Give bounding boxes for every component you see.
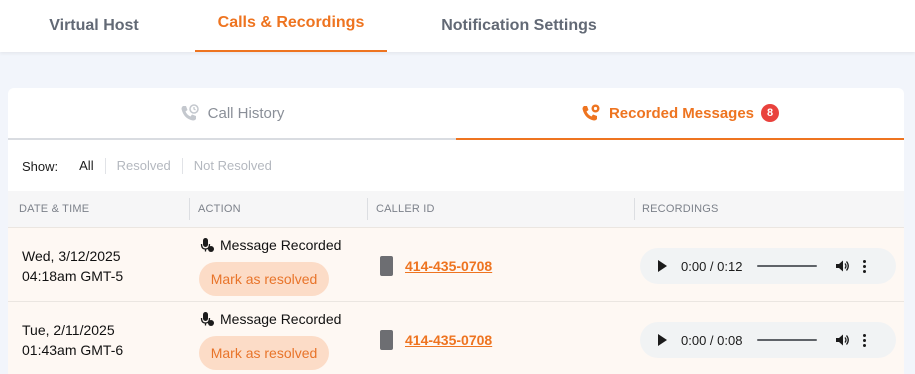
- row-time: 01:43am GMT-6: [22, 342, 124, 358]
- volume-icon[interactable]: [834, 332, 850, 348]
- audio-time: 0:00 / 0:12: [681, 258, 743, 274]
- more-options-icon[interactable]: [863, 333, 866, 347]
- row-date: Wed, 3/12/2025: [22, 248, 121, 264]
- header-caller-id: CALLER ID: [376, 203, 435, 215]
- row-time: 04:18am GMT-5: [22, 268, 124, 284]
- row-date-time: Wed, 3/12/2025 04:18am GMT-5: [22, 246, 123, 286]
- row-action: Message Recorded: [199, 237, 341, 253]
- caller-id-link[interactable]: 414-435-0708: [405, 258, 492, 274]
- calls-card: Call History Recorded Messages 8 Show: A…: [8, 88, 904, 374]
- tab-calls-recordings[interactable]: Calls & Recordings: [195, 0, 387, 52]
- header-divider: [189, 198, 190, 220]
- tab-recorded-messages[interactable]: Recorded Messages 8: [456, 88, 904, 140]
- row-date-time: Tue, 2/11/2025 01:43am GMT-6: [22, 320, 123, 360]
- table-header: DATE & TIME ACTION CALLER ID RECORDINGS: [8, 191, 904, 227]
- caller-id-link[interactable]: 414-435-0708: [405, 332, 492, 348]
- call-history-label: Call History: [207, 104, 285, 122]
- filter-all[interactable]: All: [79, 158, 104, 174]
- phone-icon: [380, 330, 393, 350]
- sub-tabs: Call History Recorded Messages 8: [8, 88, 904, 140]
- audio-time: 0:00 / 0:08: [681, 332, 743, 348]
- audio-player: 0:00 / 0:08: [640, 322, 896, 358]
- filter-resolved[interactable]: Resolved: [104, 158, 182, 174]
- table-row: Wed, 3/12/2025 04:18am GMT-5 Message Rec…: [8, 227, 904, 301]
- header-divider: [634, 198, 635, 220]
- filter-label: Show:: [22, 158, 59, 174]
- caller-id: 414-435-0708: [380, 330, 492, 350]
- more-options-icon[interactable]: [863, 259, 866, 273]
- action-label: Message Recorded: [220, 311, 342, 327]
- header-date-time: DATE & TIME: [19, 203, 90, 215]
- tab-virtual-host[interactable]: Virtual Host: [30, 0, 158, 52]
- audio-player: 0:00 / 0:12: [640, 248, 896, 284]
- row-date: Tue, 2/11/2025: [22, 322, 115, 338]
- phone-icon: [380, 256, 393, 276]
- recorded-count-badge: 8: [761, 104, 780, 122]
- row-action: Message Recorded: [199, 311, 341, 327]
- tab-call-history[interactable]: Call History: [8, 88, 456, 140]
- caller-id: 414-435-0708: [380, 256, 492, 276]
- play-icon[interactable]: [658, 334, 667, 346]
- action-label: Message Recorded: [220, 237, 342, 253]
- audio-progress-slider[interactable]: [757, 339, 817, 341]
- microphone-icon: [200, 238, 214, 252]
- volume-icon[interactable]: [834, 258, 850, 274]
- microphone-icon: [200, 312, 214, 326]
- play-icon[interactable]: [658, 260, 667, 272]
- mark-resolved-button[interactable]: Mark as resolved: [199, 262, 329, 296]
- recorded-messages-icon: [582, 104, 600, 121]
- filter-not-resolved[interactable]: Not Resolved: [181, 158, 283, 174]
- recorded-messages-label: Recorded Messages: [608, 104, 755, 122]
- header-action: ACTION: [198, 203, 241, 215]
- header-divider: [367, 198, 368, 220]
- filter-bar: Show: All Resolved Not Resolved: [22, 158, 283, 174]
- table-row: Tue, 2/11/2025 01:43am GMT-6 Message Rec…: [8, 301, 904, 374]
- call-history-icon: [181, 104, 199, 121]
- tab-notification-settings[interactable]: Notification Settings: [432, 0, 606, 52]
- header-recordings: RECORDINGS: [642, 203, 719, 215]
- top-navigation: Virtual Host Calls & Recordings Notifica…: [0, 0, 915, 52]
- audio-progress-slider[interactable]: [757, 265, 817, 267]
- mark-resolved-button[interactable]: Mark as resolved: [199, 336, 329, 370]
